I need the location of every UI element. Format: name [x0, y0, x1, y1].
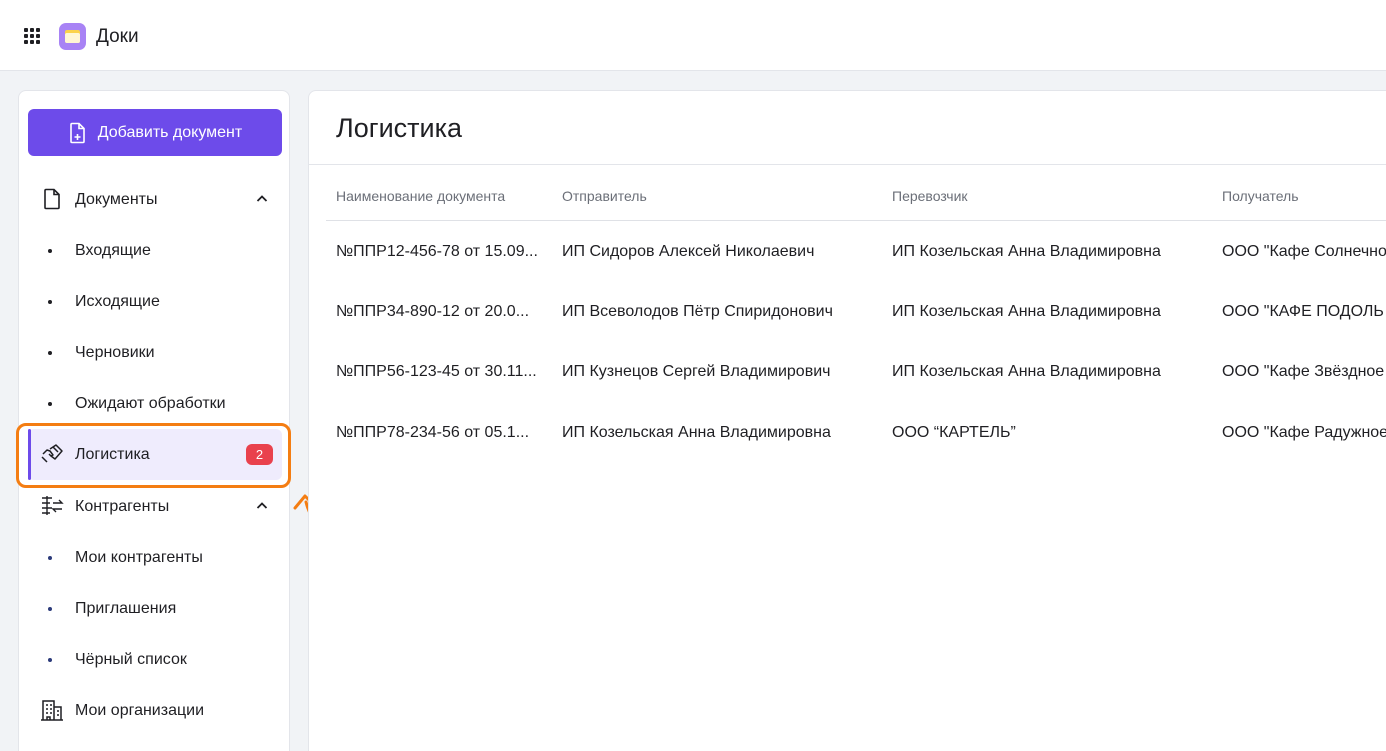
table-cell-carrier: ИП Козельская Анна Владимировна: [892, 303, 1161, 320]
active-indicator: [28, 429, 31, 480]
table-cell-carrier: ИП Козельская Анна Владимировна: [892, 363, 1161, 380]
table-cell-sender: ИП Сидоров Алексей Николаевич: [562, 243, 815, 260]
column-header-recipient[interactable]: Получатель: [1222, 188, 1299, 204]
divider: [326, 220, 1386, 221]
sidebar-item-outgoing[interactable]: Исходящие: [28, 276, 282, 327]
sidebar-item-label: Ожидают обработки: [75, 394, 226, 412]
sidebar-item-drafts[interactable]: Черновики: [28, 327, 282, 378]
table-cell-sender: ИП Кузнецов Сергей Владимирович: [562, 363, 831, 380]
column-header-sender[interactable]: Отправитель: [562, 188, 647, 204]
sidebar-item-label: Чёрный список: [75, 650, 187, 668]
table-row[interactable]: №ППР34-890-12 от 20.0... ИП Всеволодов П…: [309, 282, 1386, 342]
sidebar-item-label: Исходящие: [75, 292, 160, 310]
table-cell-document: №ППР78-234-56 от 05.1...: [336, 424, 530, 441]
exchange-icon: [42, 496, 64, 515]
sidebar-item-my-counterparties[interactable]: Мои контрагенты: [28, 532, 282, 583]
sidebar-item-counterparties[interactable]: Контрагенты: [28, 481, 282, 532]
sidebar: Добавить документ Документы Входящие Исх…: [18, 90, 290, 751]
chevron-up-icon[interactable]: [254, 191, 270, 207]
sidebar-item-label: Документы: [75, 190, 158, 208]
table-cell-recipient: ООО "Кафе Звёздное: [1222, 363, 1385, 380]
add-document-button[interactable]: Добавить документ: [28, 109, 282, 156]
table-cell-document: №ППР12-456-78 от 15.09...: [336, 243, 538, 260]
sidebar-item-label: Приглашения: [75, 599, 177, 617]
add-document-label: Добавить документ: [97, 123, 243, 141]
document-icon: [44, 188, 60, 210]
divider: [309, 164, 1386, 165]
sidebar-item-pending[interactable]: Ожидают обработки: [28, 378, 282, 429]
sidebar-item-organizations[interactable]: Мои организации: [28, 685, 282, 736]
sidebar-item-label: Черновики: [75, 343, 155, 361]
chevron-up-icon[interactable]: [254, 498, 270, 514]
sidebar-item-label: Логистика: [75, 445, 150, 463]
main-panel: Логистика Наименование документа Отправи…: [308, 90, 1386, 751]
hand-box-icon: [41, 444, 63, 463]
sidebar-item-label: Мои организации: [75, 701, 205, 719]
table-cell-sender: ИП Всеволодов Пётр Спиридонович: [562, 303, 833, 320]
bullet-icon: [48, 249, 52, 253]
table-cell-carrier: ИП Козельская Анна Владимировна: [892, 243, 1161, 260]
bullet-icon: [48, 658, 52, 662]
table-row[interactable]: №ППР78-234-56 от 05.1... ИП Козельская А…: [309, 403, 1386, 463]
sidebar-item-label: Мои контрагенты: [75, 548, 203, 566]
table-cell-carrier: ООО “КАРТЕЛЬ”: [892, 424, 1016, 441]
top-bar: Доки: [0, 0, 1386, 71]
table-row[interactable]: №ППР12-456-78 от 15.09... ИП Сидоров Але…: [309, 222, 1386, 282]
sidebar-item-label: Входящие: [75, 241, 151, 259]
table-cell-recipient: ООО "Кафе Радужное: [1222, 424, 1386, 441]
bullet-icon: [48, 607, 52, 611]
column-header-document[interactable]: Наименование документа: [336, 188, 505, 204]
apps-grid-icon[interactable]: [24, 28, 40, 44]
bullet-icon: [48, 556, 52, 560]
sidebar-item-incoming[interactable]: Входящие: [28, 225, 282, 276]
sidebar-item-blacklist[interactable]: Чёрный список: [28, 634, 282, 685]
bullet-icon: [48, 351, 52, 355]
table-cell-document: №ППР34-890-12 от 20.0...: [336, 303, 530, 320]
sidebar-item-documents[interactable]: Документы: [28, 174, 282, 225]
table-cell-document: №ППР56-123-45 от 30.11...: [336, 363, 537, 380]
table-cell-recipient: ООО "Кафе Солнечно: [1222, 243, 1386, 260]
count-badge: 2: [246, 444, 273, 465]
sidebar-item-logistics[interactable]: Логистика 2: [28, 429, 282, 480]
page-title: Логистика: [336, 113, 463, 143]
sidebar-item-invitations[interactable]: Приглашения: [28, 583, 282, 634]
sidebar-item-label: Контрагенты: [75, 497, 170, 515]
table-cell-recipient: ООО "КАФЕ ПОДОЛЬ: [1222, 303, 1384, 320]
bullet-icon: [48, 402, 52, 406]
add-document-icon: [69, 122, 85, 143]
bullet-icon: [48, 300, 52, 304]
table-cell-sender: ИП Козельская Анна Владимировна: [562, 424, 831, 441]
table-row[interactable]: №ППР56-123-45 от 30.11... ИП Кузнецов Се…: [309, 342, 1386, 402]
folder-logo-icon: [59, 23, 86, 50]
building-icon: [41, 700, 63, 721]
app-title: Доки: [96, 26, 139, 47]
column-header-carrier[interactable]: Перевозчик: [892, 188, 968, 204]
